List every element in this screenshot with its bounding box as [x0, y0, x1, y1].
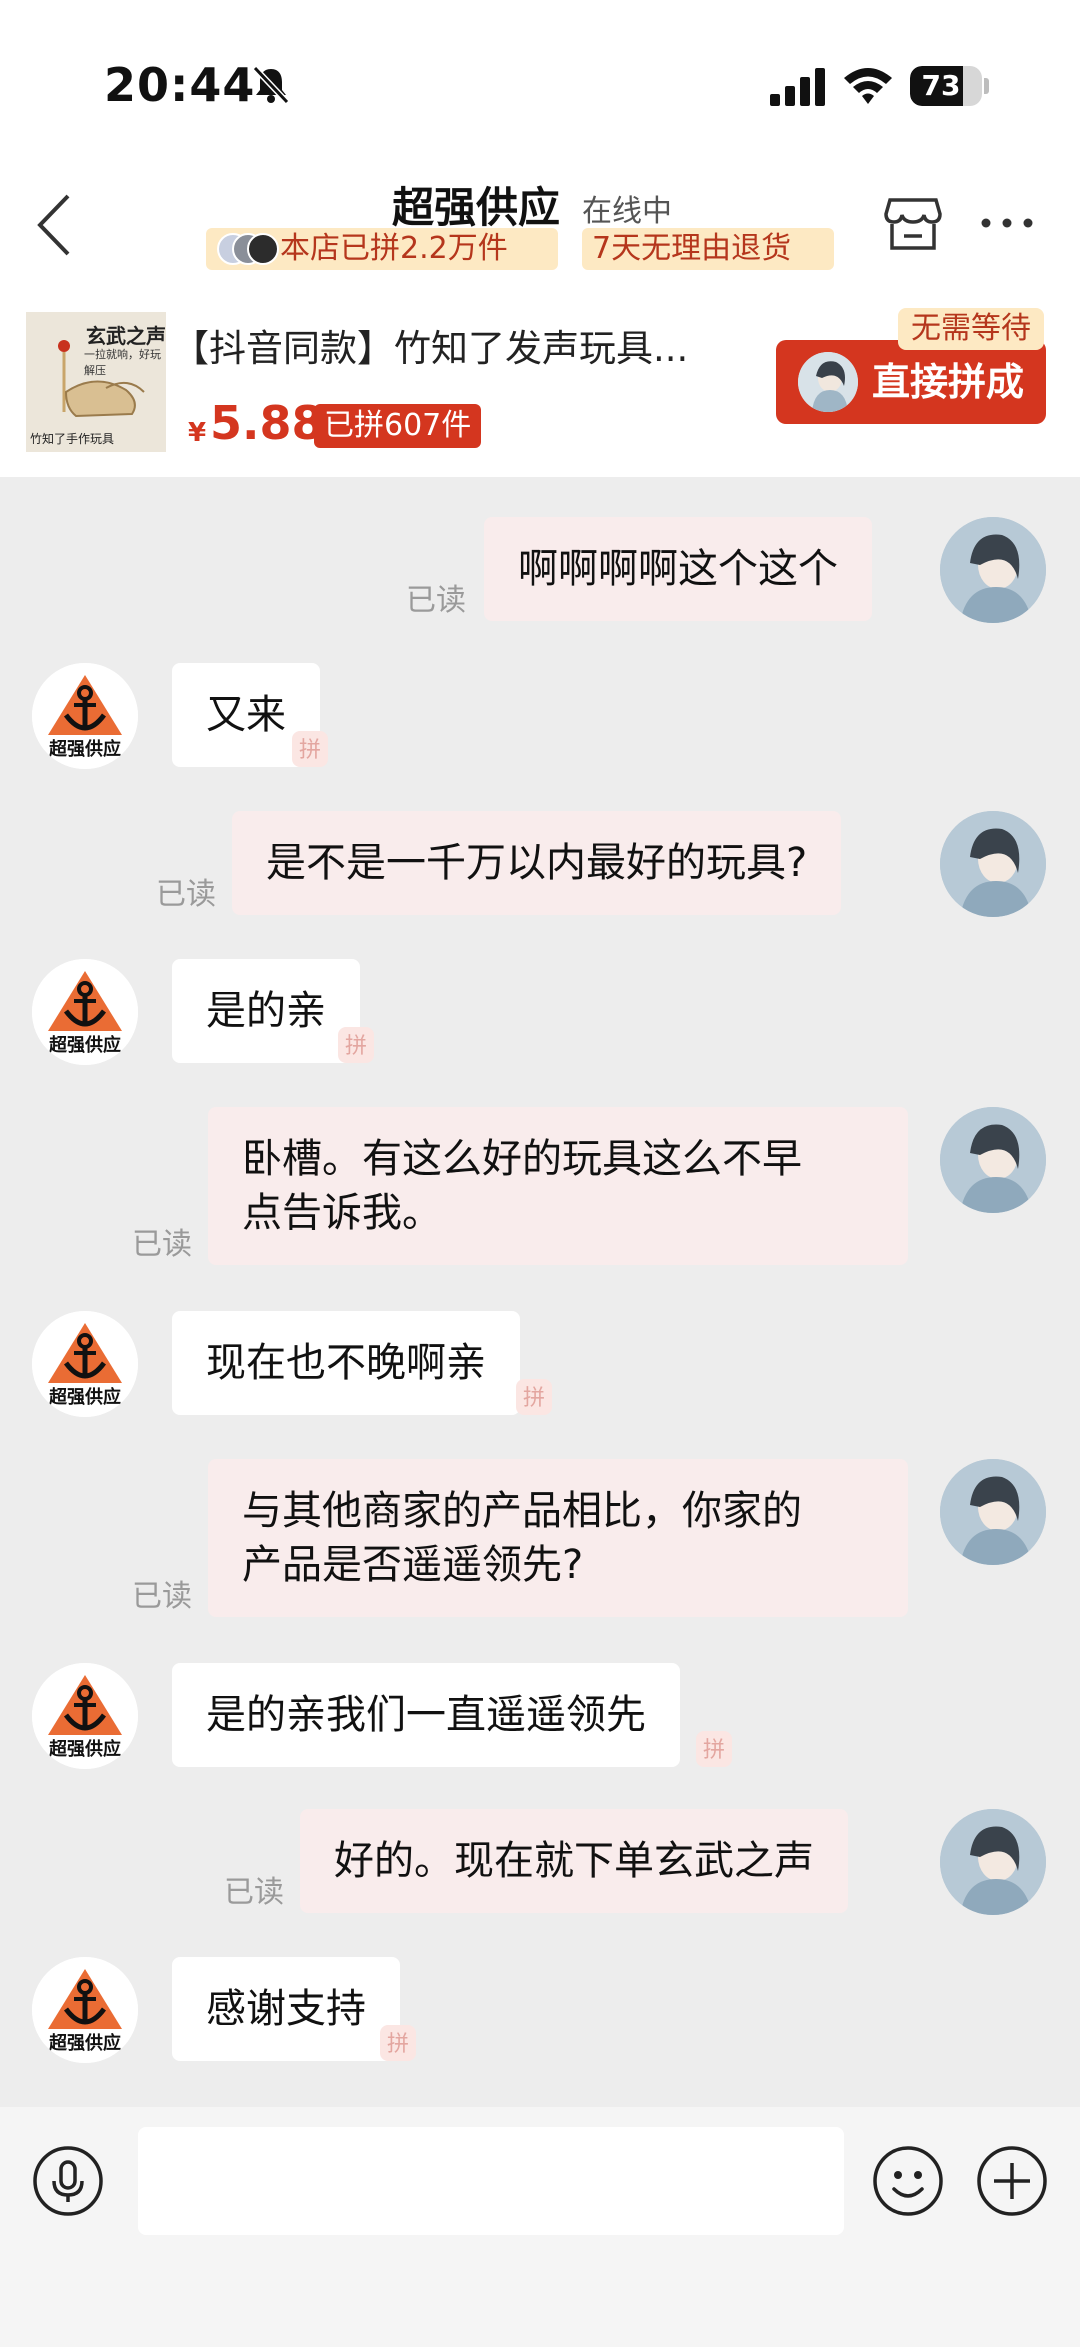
user-avatar[interactable]	[940, 1107, 1046, 1213]
user-avatar[interactable]	[940, 517, 1046, 623]
no-wait-badge: 无需等待	[898, 308, 1044, 350]
message-line: 与其他商家的产品相比，你家的	[242, 1488, 802, 1534]
message-line: 卧槽。有这么好的玩具这么不早	[242, 1136, 802, 1182]
status-bar: 20:44 73	[0, 0, 1080, 160]
battery-percent: 73	[921, 69, 961, 102]
user-avatar-icon	[940, 811, 1046, 917]
group-buy-count-text: 本店已拼2.2万件	[280, 231, 508, 266]
bell-muted-icon	[252, 65, 290, 105]
chat-messages[interactable]: 啊啊啊啊这个这个 已读 超强供应 又来 拼 是不是一千万以内最好的玩具? 已读 …	[0, 477, 1080, 2107]
pin-watermark-icon: 拼	[336, 1025, 376, 1065]
join-button-label: 直接拼成	[872, 360, 1025, 404]
shop-avatar-label: 超强供应	[49, 1739, 121, 1760]
shop-message-bubble[interactable]: 是的亲	[172, 959, 360, 1063]
shop-avatar-label: 超强供应	[49, 739, 121, 760]
back-arrow-icon[interactable]	[34, 190, 74, 260]
store-icon[interactable]	[884, 196, 942, 252]
user-message-bubble[interactable]: 啊啊啊啊这个这个	[484, 517, 872, 621]
shop-avatar[interactable]: 超强供应	[32, 1663, 138, 1769]
shop-avatar-label: 超强供应	[49, 1035, 121, 1056]
read-receipt: 已读	[406, 583, 466, 618]
shop-avatar-label: 超强供应	[49, 2033, 121, 2054]
shop-avatar[interactable]: 超强供应	[32, 1957, 138, 2063]
status-time: 20:44	[104, 58, 256, 112]
pin-watermark-text: 拼	[523, 1386, 545, 1411]
microphone-icon[interactable]	[32, 2145, 104, 2217]
shop-name[interactable]: 超强供应	[392, 174, 560, 235]
shop-message-bubble[interactable]: 现在也不晚啊亲	[172, 1311, 520, 1415]
bamboo-cicada-toy-icon	[58, 340, 145, 418]
shop-avatar-label: 超强供应	[49, 1387, 121, 1408]
emoji-icon[interactable]	[872, 2145, 944, 2217]
buyer-avatars-icon	[217, 233, 279, 265]
user-avatar-icon	[940, 517, 1046, 623]
shop-message-bubble[interactable]: 感谢支持	[172, 1957, 400, 2061]
wifi-icon	[844, 68, 892, 104]
pin-watermark-icon: 拼	[290, 729, 330, 769]
chat-header: 超强供应 在线中 本店已拼2.2万件 7天无理由退货	[0, 160, 1080, 300]
join-avatar-icon	[798, 352, 858, 412]
return-policy-badge: 7天无理由退货	[582, 228, 834, 270]
read-receipt: 已读	[132, 1579, 192, 1614]
message-input-bar	[0, 2107, 1080, 2347]
product-title[interactable]: 【抖音同款】竹知了发声玩具...	[172, 318, 712, 372]
pin-watermark-text: 拼	[703, 1738, 725, 1763]
shop-message-bubble[interactable]: 是的亲我们一直遥遥领先	[172, 1663, 680, 1767]
price-currency: ¥	[188, 418, 207, 448]
plus-icon[interactable]	[976, 2145, 1048, 2217]
thumb-footer: 竹知了手作玩具	[30, 432, 115, 446]
pin-watermark-icon: 拼	[694, 1729, 734, 1769]
sold-count-badge: 已拼607件	[314, 404, 482, 448]
message-line: 点告诉我。	[242, 1190, 442, 1236]
pin-watermark-text: 拼	[345, 1034, 367, 1059]
join-group-button[interactable]: 直接拼成	[776, 340, 1046, 424]
pin-watermark-text: 拼	[299, 738, 321, 763]
battery-indicator: 73	[910, 66, 982, 106]
group-buy-count-badge: 本店已拼2.2万件	[206, 228, 558, 270]
shop-avatar[interactable]: 超强供应	[32, 1311, 138, 1417]
user-avatar-icon	[940, 1459, 1046, 1565]
pin-watermark-icon: 拼	[514, 1377, 554, 1417]
pin-watermark-text: 拼	[387, 2032, 409, 2057]
more-options-icon[interactable]	[980, 216, 1034, 230]
battery-nub	[984, 78, 989, 94]
shop-avatar[interactable]: 超强供应	[32, 959, 138, 1065]
user-message-bubble[interactable]: 卧槽。有这么好的玩具这么不早 点告诉我。	[208, 1107, 908, 1265]
read-receipt: 已读	[156, 877, 216, 912]
user-message-bubble[interactable]: 与其他商家的产品相比，你家的 产品是否遥遥领先?	[208, 1459, 908, 1617]
user-avatar[interactable]	[940, 1809, 1046, 1915]
user-avatar-icon	[940, 1809, 1046, 1915]
user-avatar-icon	[940, 1107, 1046, 1213]
online-status: 在线中	[582, 194, 672, 229]
user-avatar[interactable]	[940, 811, 1046, 917]
product-price: 5.88	[210, 396, 324, 450]
shop-avatar[interactable]: 超强供应	[32, 663, 138, 769]
read-receipt: 已读	[224, 1875, 284, 1910]
user-message-bubble[interactable]: 是不是一千万以内最好的玩具?	[232, 811, 842, 915]
product-thumbnail[interactable]: 玄武之声 一拉就响，好玩解压 竹知了手作玩具	[26, 312, 166, 452]
read-receipt: 已读	[132, 1227, 192, 1262]
user-message-bubble[interactable]: 好的。现在就下单玄武之声	[300, 1809, 848, 1913]
product-card[interactable]: 玄武之声 一拉就响，好玩解压 竹知了手作玩具 【抖音同款】竹知了发声玩具... …	[0, 300, 1080, 477]
message-input[interactable]	[138, 2127, 844, 2235]
cellular-signal-icon	[770, 68, 825, 106]
pin-watermark-icon: 拼	[378, 2023, 418, 2063]
user-avatar[interactable]	[940, 1459, 1046, 1565]
message-line: 产品是否遥遥领先?	[242, 1542, 584, 1588]
join-avatar	[798, 352, 858, 412]
